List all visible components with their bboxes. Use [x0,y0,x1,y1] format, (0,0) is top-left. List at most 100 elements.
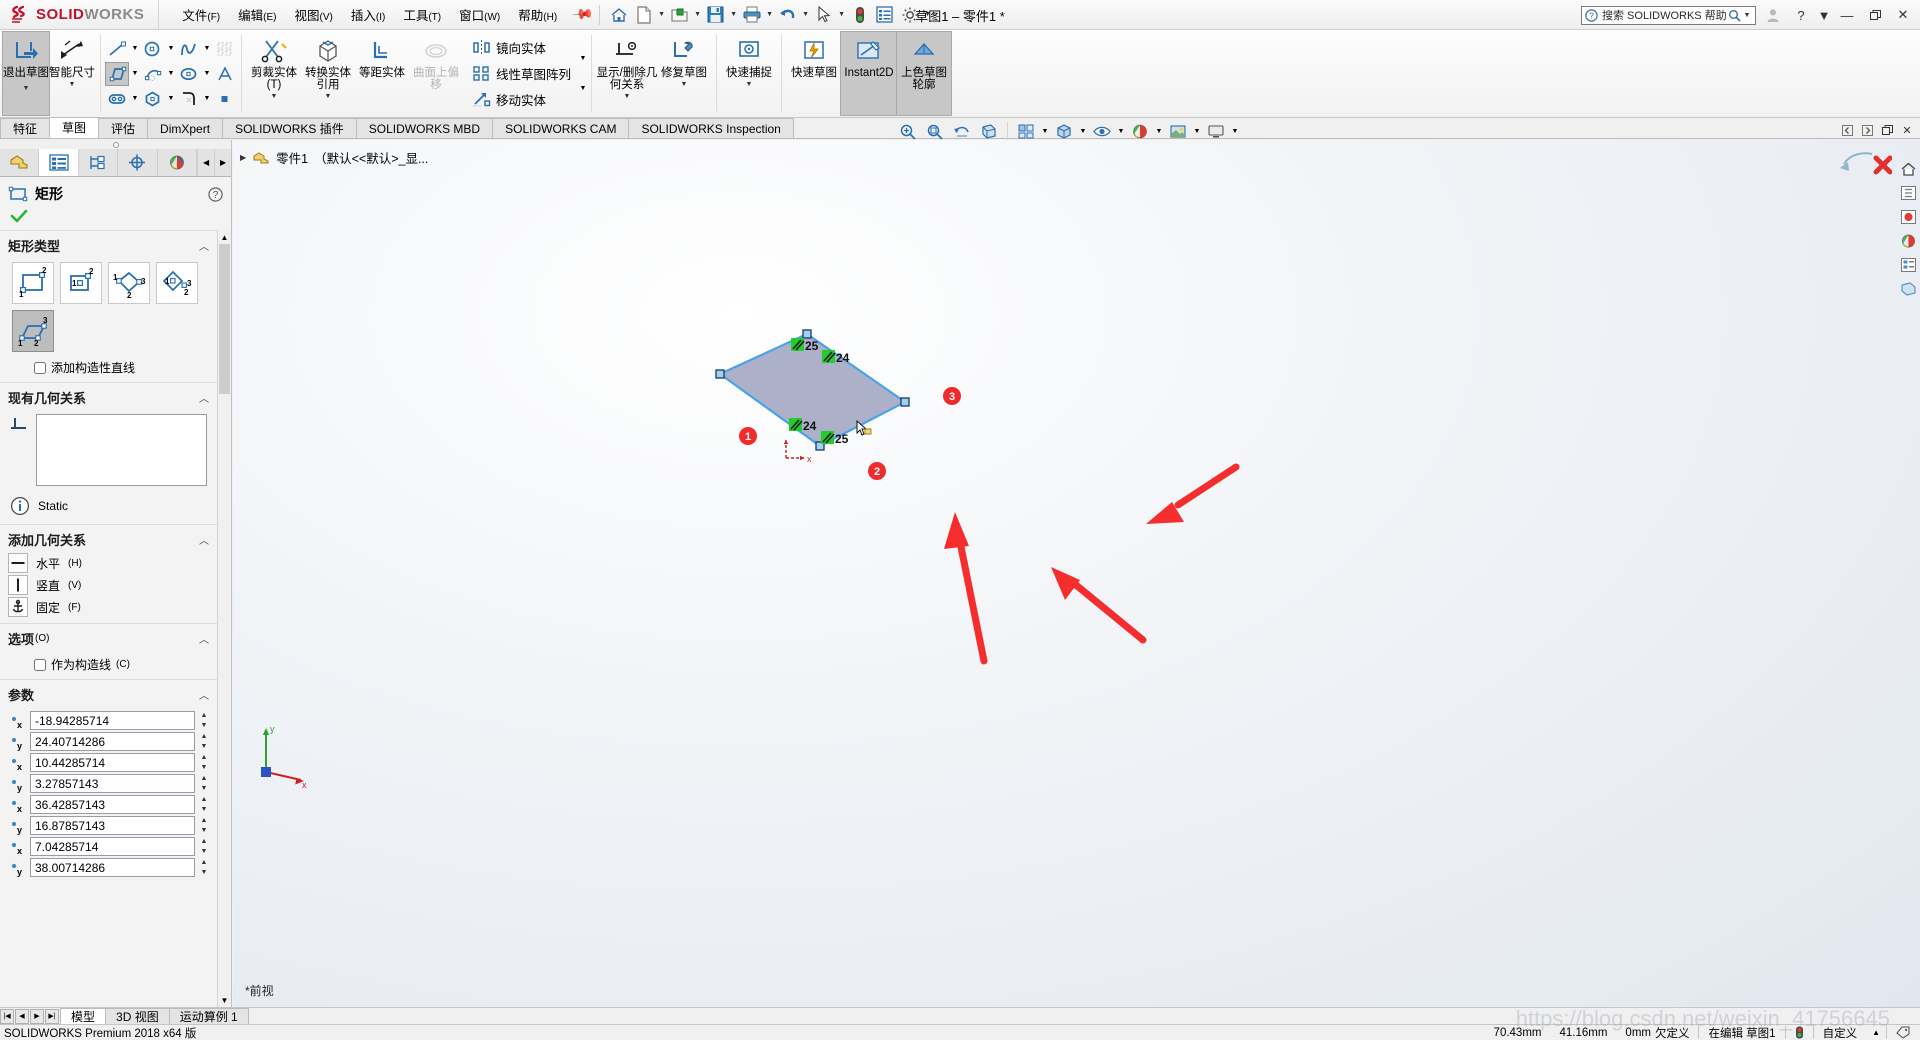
slot-icon[interactable] [105,87,129,111]
bottom-tab-model[interactable]: 模型 [60,1008,107,1024]
relation-horizontal-button[interactable]: 水平 (H) [0,552,217,574]
as-construction-line-row[interactable]: 作为构造线 (C) [0,651,217,679]
tab-solidworks-addins[interactable]: SOLIDWORKS 插件 [222,118,357,138]
view-orientation-caret[interactable]: ▼ [1040,128,1050,135]
parameter-spinner-x2[interactable]: ▲ ▼ [199,753,209,772]
open-folder-caret[interactable]: ▼ [693,11,703,18]
repair-sketch-button[interactable]: 修复草图 ▼ [657,32,711,115]
hexagon-dropdown-caret[interactable]: ▼ [165,87,177,111]
line-icon[interactable] [105,37,129,61]
section-add-relations-header[interactable]: 添加几何关系 ︿ [0,524,217,552]
sketch-point-right[interactable] [900,397,910,407]
menu-tools[interactable]: 工具(T) [394,1,450,28]
rectangle-dropdown-caret[interactable]: ▼ [129,62,141,86]
rapid-sketch-button[interactable]: 快速草图 [787,32,841,115]
linear-sketch-pattern-button[interactable]: 线性草图阵列 [468,61,575,87]
move-entities-button[interactable]: 移动实体 [468,87,575,113]
apply-scene-caret[interactable]: ▼ [1192,128,1202,135]
menu-view[interactable]: 视图(V) [286,1,342,28]
menu-insert[interactable]: 插入(I) [342,1,394,28]
sketch-point-left[interactable] [715,369,725,379]
quick-snaps-dropdown[interactable]: ▼ [746,81,753,88]
spin-up-x3[interactable]: ▲ [199,795,209,805]
relation-marker-24-topright[interactable]: 24 [822,350,850,365]
home-view-icon[interactable] [1898,158,1919,179]
feature-tree-expand-arrow[interactable]: ▶ [240,153,246,162]
user-account-icon[interactable] [1762,4,1784,26]
spin-down-y1[interactable]: ▼ [199,742,209,752]
display-pane-color-icon[interactable] [1898,230,1919,251]
search-input[interactable]: 搜索 SOLIDWORKS 帮助 [1602,7,1728,23]
section-options-header[interactable]: 选项 (O) ︿ [0,623,217,651]
exit-sketch-dropdown[interactable]: ▼ [23,85,30,92]
section-parameters-header[interactable]: 参数 ︿ [0,679,217,707]
grid-pattern-icon[interactable] [213,37,237,61]
parameter-input-x3[interactable] [30,795,195,814]
restore-button[interactable] [1864,4,1886,26]
pattern-overflow-caret-1[interactable]: ▼ [580,55,587,62]
menu-file[interactable]: 文件(F) [173,1,229,28]
relation-marker-25-bottomright[interactable]: 25 [821,431,849,446]
hide-show-items-icon[interactable] [1089,120,1115,142]
repair-sketch-dropdown[interactable]: ▼ [681,81,688,88]
rectangle-icon[interactable] [105,61,129,86]
offset-on-surface-button[interactable]: 曲面上偏移 [409,32,463,115]
feature-manager-tab[interactable] [0,149,40,176]
section-view-icon[interactable] [976,120,1002,142]
save-icon[interactable] [704,3,728,27]
bottom-tab-3d-views[interactable]: 3D 视图 [105,1008,170,1024]
section-parameters-chevron[interactable]: ︿ [199,687,209,702]
menu-edit[interactable]: 编辑(E) [229,1,285,28]
parameter-spinner-x4[interactable]: ▲ ▼ [199,837,209,856]
parameter-input-x4[interactable] [30,837,195,856]
rebuild-traffic-light-icon[interactable] [848,3,872,27]
polygon-arc-dropdown-caret[interactable]: ▼ [165,62,177,86]
text-a-icon[interactable] [213,62,237,86]
exit-sketch-button[interactable]: 退出草图 ▼ [2,31,50,116]
relation-marker-24-bottom[interactable]: 24 [789,418,817,433]
display-delete-relations-button[interactable]: 显示/删除几何关系 ▼ [597,32,657,115]
scroll-thumb[interactable] [219,244,230,394]
search-icon[interactable] [1728,9,1742,22]
scroll-down-arrow[interactable]: ▼ [218,993,231,1007]
tab-last-button[interactable]: ▶| [45,1008,59,1024]
bottom-tab-motion-study[interactable]: 运动算例 1 [168,1008,249,1024]
spin-down-y2[interactable]: ▼ [199,784,209,794]
fillet-dropdown-caret[interactable]: ▼ [201,87,213,111]
edit-appearance-icon[interactable] [1127,120,1153,142]
spin-down-x3[interactable]: ▼ [199,805,209,815]
print-icon[interactable] [740,3,764,27]
parameter-input-y2[interactable] [30,774,195,793]
spin-up-y1[interactable]: ▲ [199,732,209,742]
new-document-caret[interactable]: ▼ [657,11,667,18]
three-point-center-rectangle-option[interactable]: 1 32 [156,262,198,304]
center-rectangle-option[interactable]: 12 [60,262,102,304]
pin-icon[interactable]: 📌 [571,2,595,26]
parameter-input-x2[interactable] [30,753,195,772]
doc-restore-button[interactable] [1878,122,1896,138]
instant2d-button[interactable]: Instant2D [840,31,899,116]
tab-solidworks-mbd[interactable]: SOLIDWORKS MBD [355,118,494,138]
apply-scene-icon[interactable] [1165,120,1191,142]
zoom-to-fit-icon[interactable] [895,120,921,142]
home-icon[interactable] [607,3,631,27]
minimize-button[interactable]: — [1836,4,1858,26]
circle-dropdown-caret[interactable]: ▼ [165,37,177,61]
sketch-canvas[interactable]: x 1 2 3 25 24 24 25 y x [233,140,1920,1007]
corner-rectangle-option[interactable]: 12 [12,262,54,304]
spin-down-x2[interactable]: ▼ [199,763,209,773]
menu-help[interactable]: 帮助(H) [509,1,566,28]
line-dropdown-caret[interactable]: ▼ [129,37,141,61]
as-construction-line-checkbox[interactable] [34,658,46,671]
parameter-spinner-y2[interactable]: ▲ ▼ [199,774,209,793]
spline-icon[interactable] [177,37,201,61]
status-tags-icon[interactable] [1887,1026,1920,1039]
section-rectangle-type-chevron[interactable]: ︿ [199,238,209,253]
trim-entities-dropdown[interactable]: ▼ [271,93,278,100]
spin-up-x4[interactable]: ▲ [199,837,209,847]
add-construction-lines-row[interactable]: 添加构造性直线 [0,354,217,382]
spin-down-y4[interactable]: ▼ [199,868,209,878]
display-pane-section-icon[interactable] [1898,278,1919,299]
open-folder-icon[interactable] [668,3,692,27]
zoom-area-icon[interactable] [922,120,948,142]
